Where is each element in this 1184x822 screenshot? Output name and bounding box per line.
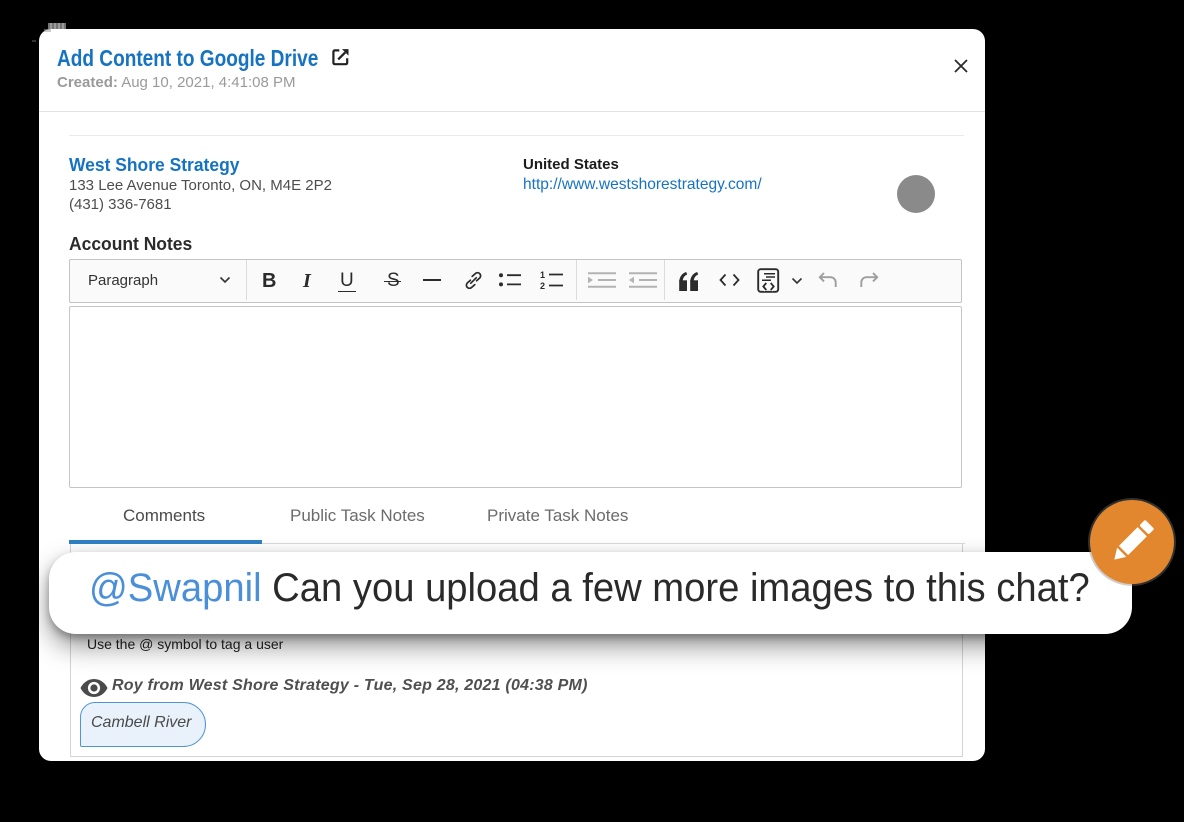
svg-text:1: 1 bbox=[540, 270, 545, 280]
svg-text:2: 2 bbox=[540, 281, 545, 290]
